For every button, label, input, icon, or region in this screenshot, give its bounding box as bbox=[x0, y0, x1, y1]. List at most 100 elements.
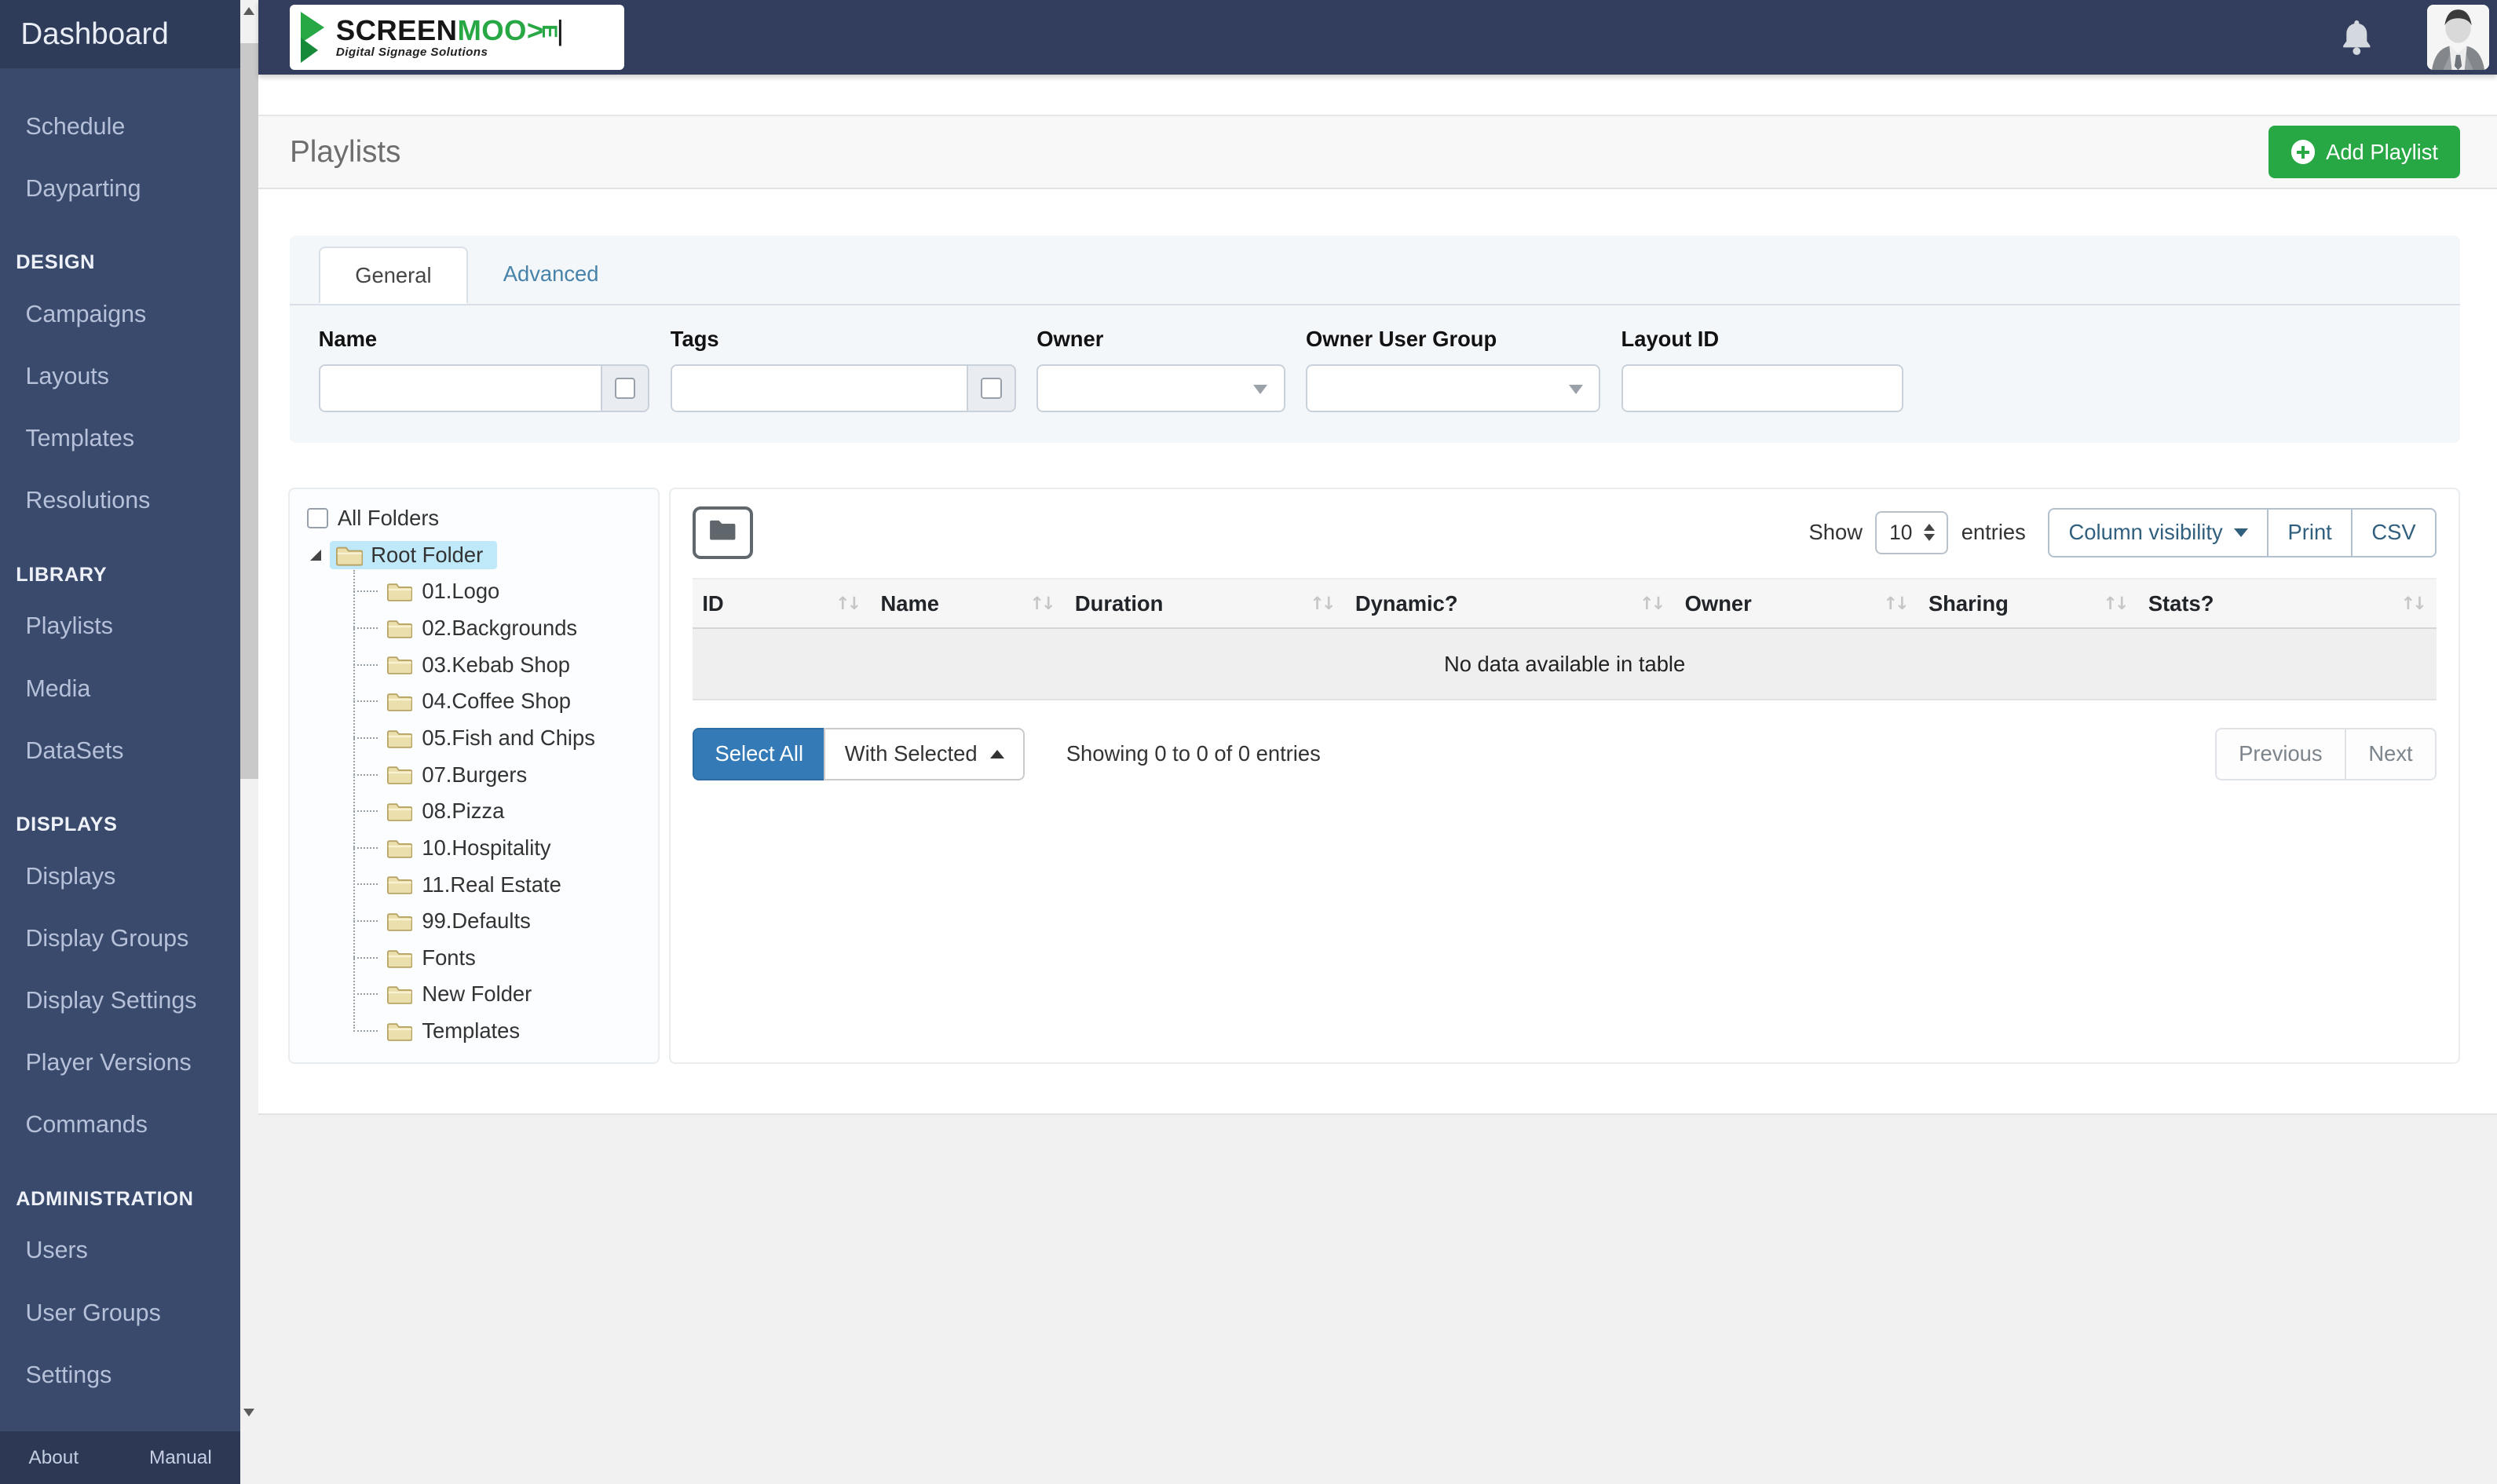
column-header-stats[interactable]: Stats? ↑↓ bbox=[2138, 578, 2437, 629]
owner-user-group-label: Owner User Group bbox=[1305, 326, 1497, 351]
sidebar-section-administration: ADMINISTRATION bbox=[16, 1187, 194, 1210]
add-playlist-button[interactable]: Add Playlist bbox=[2269, 126, 2461, 179]
scroll-up-arrow-icon[interactable] bbox=[240, 2, 258, 20]
tree-node-07-burgers[interactable]: 07.Burgers bbox=[353, 756, 648, 793]
column-header-sharing[interactable]: Sharing ↑↓ bbox=[1918, 578, 2139, 629]
owner-select[interactable] bbox=[1036, 364, 1285, 412]
tree-collapse-toggle-icon[interactable] bbox=[310, 549, 322, 561]
filter-tabs: General Advanced bbox=[290, 236, 2461, 306]
sidebar-section-displays: DISPLAYS bbox=[16, 813, 118, 836]
previous-page-button[interactable]: Previous bbox=[2214, 727, 2346, 780]
tree-node-01-logo[interactable]: 01.Logo bbox=[353, 573, 648, 610]
tree-node-label: Templates bbox=[422, 1018, 521, 1044]
about-link[interactable]: About bbox=[29, 1447, 79, 1469]
manual-link[interactable]: Manual bbox=[149, 1447, 212, 1469]
tree-node-fonts[interactable]: Fonts bbox=[353, 939, 648, 976]
sidebar-item-users[interactable]: Users bbox=[0, 1219, 240, 1281]
tags-label: Tags bbox=[670, 326, 719, 351]
playlists-table: ID ↑↓ Name ↑↓ Duration ↑↓ Dynamic? ↑↓ Owner ↑↓ Sha… bbox=[693, 578, 2437, 701]
with-selected-dropdown[interactable]: With Selected bbox=[824, 727, 1025, 780]
plus-circle-icon bbox=[2290, 140, 2315, 164]
sidebar-item-commands[interactable]: Commands bbox=[0, 1094, 240, 1156]
column-label: Owner bbox=[1684, 590, 1752, 616]
sidebar-item-player-versions[interactable]: Player Versions bbox=[0, 1032, 240, 1094]
sidebar-item-datasets[interactable]: DataSets bbox=[0, 720, 240, 782]
sort-icon: ↑↓ bbox=[2103, 593, 2129, 614]
playlists-table-panel: Show 10 entries Column visibility Print CS… bbox=[668, 487, 2461, 1064]
page-header: Playlists Add Playlist bbox=[258, 115, 2497, 190]
empty-table-message: No data available in table bbox=[693, 628, 2437, 701]
column-header-id[interactable]: ID ↑↓ bbox=[693, 578, 872, 629]
name-input[interactable] bbox=[318, 364, 601, 412]
sidebar-item-media[interactable]: Media bbox=[0, 658, 240, 720]
scroll-down-arrow-icon[interactable] bbox=[240, 1403, 258, 1422]
name-exact-checkbox[interactable] bbox=[614, 378, 636, 399]
tags-exact-checkbox[interactable] bbox=[981, 378, 1002, 399]
folder-icon bbox=[386, 838, 414, 858]
tab-general[interactable]: General bbox=[318, 247, 469, 305]
column-header-name[interactable]: Name ↑↓ bbox=[871, 578, 1066, 629]
tree-node-08-pizza[interactable]: 08.Pizza bbox=[353, 793, 648, 830]
caret-down-icon bbox=[2233, 528, 2248, 538]
sidebar-item-resolutions[interactable]: Resolutions bbox=[0, 470, 240, 532]
tree-node-99-defaults[interactable]: 99.Defaults bbox=[353, 903, 648, 940]
logo-play-icon bbox=[298, 10, 336, 64]
folder-icon bbox=[386, 911, 414, 931]
column-header-duration[interactable]: Duration ↑↓ bbox=[1065, 578, 1346, 629]
tree-node-11-real-estate[interactable]: 11.Real Estate bbox=[353, 866, 648, 903]
tree-node-10-hospitality[interactable]: 10.Hospitality bbox=[353, 830, 648, 867]
sidebar-scrollbar[interactable] bbox=[240, 0, 258, 1484]
tree-node-new-folder[interactable]: New Folder bbox=[353, 976, 648, 1013]
table-header-row: ID ↑↓ Name ↑↓ Duration ↑↓ Dynamic? ↑↓ Owner ↑↓ Sha… bbox=[693, 578, 2437, 629]
layout-id-input[interactable] bbox=[1621, 364, 1903, 412]
csv-button[interactable]: CSV bbox=[2351, 507, 2437, 557]
owner-user-group-select[interactable] bbox=[1305, 364, 1601, 412]
all-folders-checkbox[interactable] bbox=[307, 507, 328, 529]
table-footer: Select All With Selected Showing 0 to 0 … bbox=[693, 727, 2437, 780]
column-header-owner[interactable]: Owner ↑↓ bbox=[1675, 578, 1919, 629]
tree-node-root-folder[interactable]: Root Folder bbox=[329, 540, 498, 569]
sidebar-item-playlists[interactable]: Playlists bbox=[0, 595, 240, 657]
page-length-select[interactable]: 10 bbox=[1875, 510, 1949, 554]
tree-node-03-kebab-shop[interactable]: 03.Kebab Shop bbox=[353, 646, 648, 683]
sidebar-item-user-groups[interactable]: User Groups bbox=[0, 1282, 240, 1344]
column-header-dynamic[interactable]: Dynamic? ↑↓ bbox=[1345, 578, 1676, 629]
toggle-folders-button[interactable] bbox=[693, 506, 754, 559]
tree-node-04-coffee-shop[interactable]: 04.Coffee Shop bbox=[353, 683, 648, 720]
next-page-button[interactable]: Next bbox=[2344, 727, 2437, 780]
folder-icon bbox=[386, 948, 414, 968]
sidebar-item-display-groups[interactable]: Display Groups bbox=[0, 908, 240, 970]
sidebar-item-displays[interactable]: Displays bbox=[0, 846, 240, 908]
sidebar-item-templates[interactable]: Templates bbox=[0, 408, 240, 470]
screenmoove-logo[interactable]: SCREENMOO>E| Digital Signage Solutions bbox=[290, 5, 624, 71]
folder-icon bbox=[386, 728, 414, 748]
filter-owner: Owner bbox=[1036, 327, 1285, 412]
filter-fields: Name Tags Owner Owner User Group Layout … bbox=[290, 305, 2460, 412]
tab-advanced[interactable]: Advanced bbox=[468, 247, 634, 304]
entries-label: entries bbox=[1961, 520, 2026, 545]
print-button[interactable]: Print bbox=[2267, 507, 2353, 557]
column-label: ID bbox=[702, 590, 724, 616]
select-all-button[interactable]: Select All bbox=[693, 727, 826, 780]
sidebar-item-campaigns[interactable]: Campaigns bbox=[0, 283, 240, 345]
tree-node-02-backgrounds[interactable]: 02.Backgrounds bbox=[353, 610, 648, 647]
sidebar-item-schedule[interactable]: Schedule bbox=[0, 96, 240, 158]
filter-name: Name bbox=[318, 326, 650, 412]
folder-tree-panel: All Folders Root Folder 01.Logo 02.Backgr… bbox=[288, 487, 660, 1064]
scrollbar-thumb[interactable] bbox=[240, 42, 258, 779]
notifications-bell-icon[interactable] bbox=[2339, 17, 2375, 57]
filter-layout-id: Layout ID bbox=[1621, 327, 1903, 412]
column-visibility-button[interactable]: Column visibility bbox=[2048, 507, 2269, 557]
filter-panel: General Advanced Name Tags Owner Owner U… bbox=[290, 236, 2461, 443]
tree-node-templates[interactable]: Templates bbox=[353, 1013, 648, 1050]
sidebar-item-display-settings[interactable]: Display Settings bbox=[0, 970, 240, 1032]
sidebar-item-settings[interactable]: Settings bbox=[0, 1344, 240, 1406]
user-avatar[interactable] bbox=[2426, 5, 2489, 71]
sidebar-title: Dashboard bbox=[0, 0, 241, 69]
tree-node-05-fish-and-chips[interactable]: 05.Fish and Chips bbox=[353, 720, 648, 757]
tree-node-label: New Folder bbox=[422, 981, 532, 1007]
name-label: Name bbox=[318, 326, 378, 351]
sidebar-item-layouts[interactable]: Layouts bbox=[0, 345, 240, 408]
tags-input[interactable] bbox=[670, 364, 967, 412]
sidebar-item-dayparting[interactable]: Dayparting bbox=[0, 158, 240, 220]
